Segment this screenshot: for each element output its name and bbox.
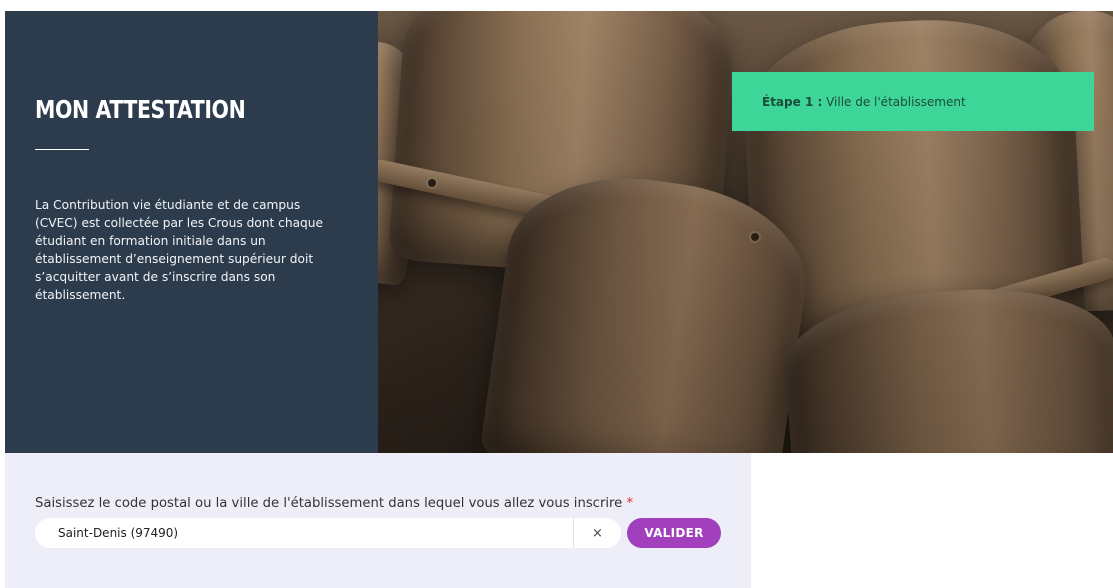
title-divider [35, 149, 89, 150]
step-number: Étape 1 : [762, 94, 823, 109]
search-field-label-text: Saisissez le code postal ou la ville de … [35, 496, 623, 511]
submit-button[interactable]: VALIDER [627, 518, 721, 548]
city-search-input[interactable] [35, 518, 573, 548]
intro-description: La Contribution vie étudiante et de camp… [35, 198, 323, 302]
search-field-label: Saisissez le code postal ou la ville de … [35, 496, 633, 511]
page: MON ATTESTATION La Contribution vie étud… [0, 0, 1113, 588]
step-title: Ville de l'établissement [826, 94, 966, 109]
intro-panel: MON ATTESTATION La Contribution vie étud… [5, 11, 378, 453]
search-box: × [35, 518, 621, 548]
page-title: MON ATTESTATION [35, 95, 246, 124]
city-search-form: Saisissez le code postal ou la ville de … [5, 453, 751, 588]
step-banner: Étape 1 : Ville de l'établissement [732, 72, 1094, 131]
required-marker: * [626, 496, 634, 511]
clear-icon[interactable]: × [574, 518, 621, 548]
